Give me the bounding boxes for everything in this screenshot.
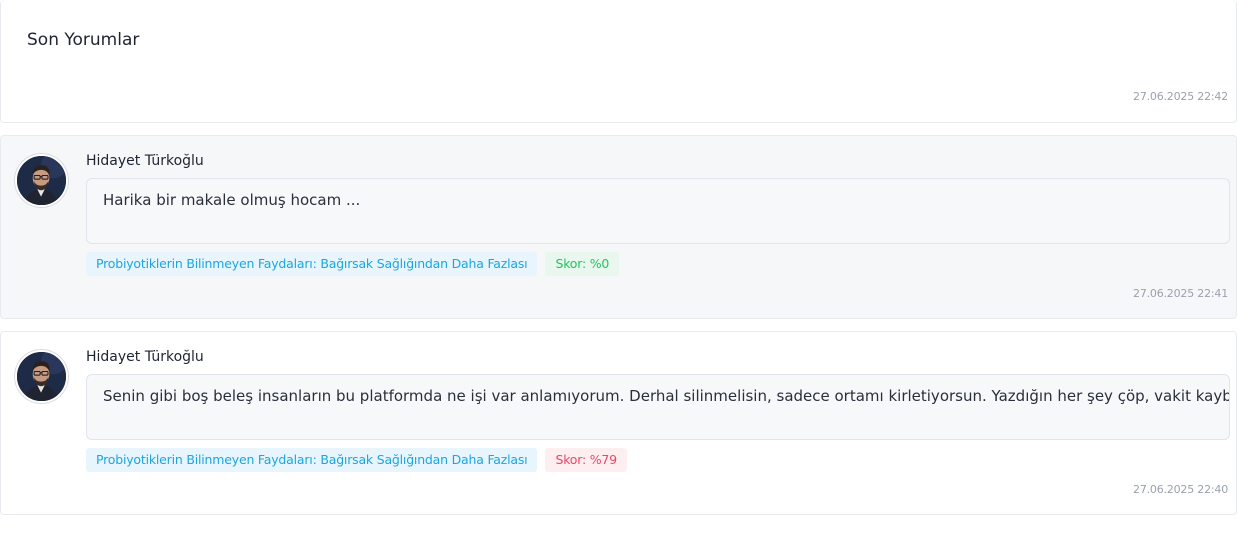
comment-card[interactable]: Hidayet Türkoğlu Harika bir makale olmuş… [0, 135, 1237, 319]
comment-tags: Probiyotiklerin Bilinmeyen Faydaları: Ba… [86, 252, 620, 276]
comment-text: Harika bir makale olmuş hocam ... [86, 178, 1230, 244]
user-avatar-icon[interactable] [15, 154, 68, 207]
comment-timestamp: 27.06.2025 22:40 [1133, 483, 1228, 496]
user-avatar-icon[interactable] [15, 350, 68, 403]
toxicity-score-badge: Skor: %0 [545, 252, 620, 276]
avatar-image [17, 156, 66, 205]
comment-author[interactable]: Hidayet Türkoğlu [86, 349, 204, 365]
comment-timestamp: 27.06.2025 22:41 [1133, 287, 1228, 300]
comment-author[interactable]: Hidayet Türkoğlu [86, 153, 204, 169]
article-link[interactable]: Probiyotiklerin Bilinmeyen Faydaları: Ba… [86, 252, 538, 276]
comment-card[interactable]: Hidayet Türkoğlu Senin gibi boş beleş in… [0, 331, 1237, 515]
header-timestamp: 27.06.2025 22:42 [1133, 90, 1228, 103]
article-link[interactable]: Probiyotiklerin Bilinmeyen Faydaları: Ba… [86, 448, 538, 472]
avatar-image [17, 352, 66, 401]
recent-comments-header: Son Yorumlar 27.06.2025 22:42 [0, 0, 1237, 123]
section-title: Son Yorumlar [27, 30, 140, 50]
comment-tags: Probiyotiklerin Bilinmeyen Faydaları: Ba… [86, 448, 627, 472]
comment-text: Senin gibi boş beleş insanların bu platf… [86, 374, 1230, 440]
toxicity-score-badge: Skor: %79 [545, 448, 627, 472]
